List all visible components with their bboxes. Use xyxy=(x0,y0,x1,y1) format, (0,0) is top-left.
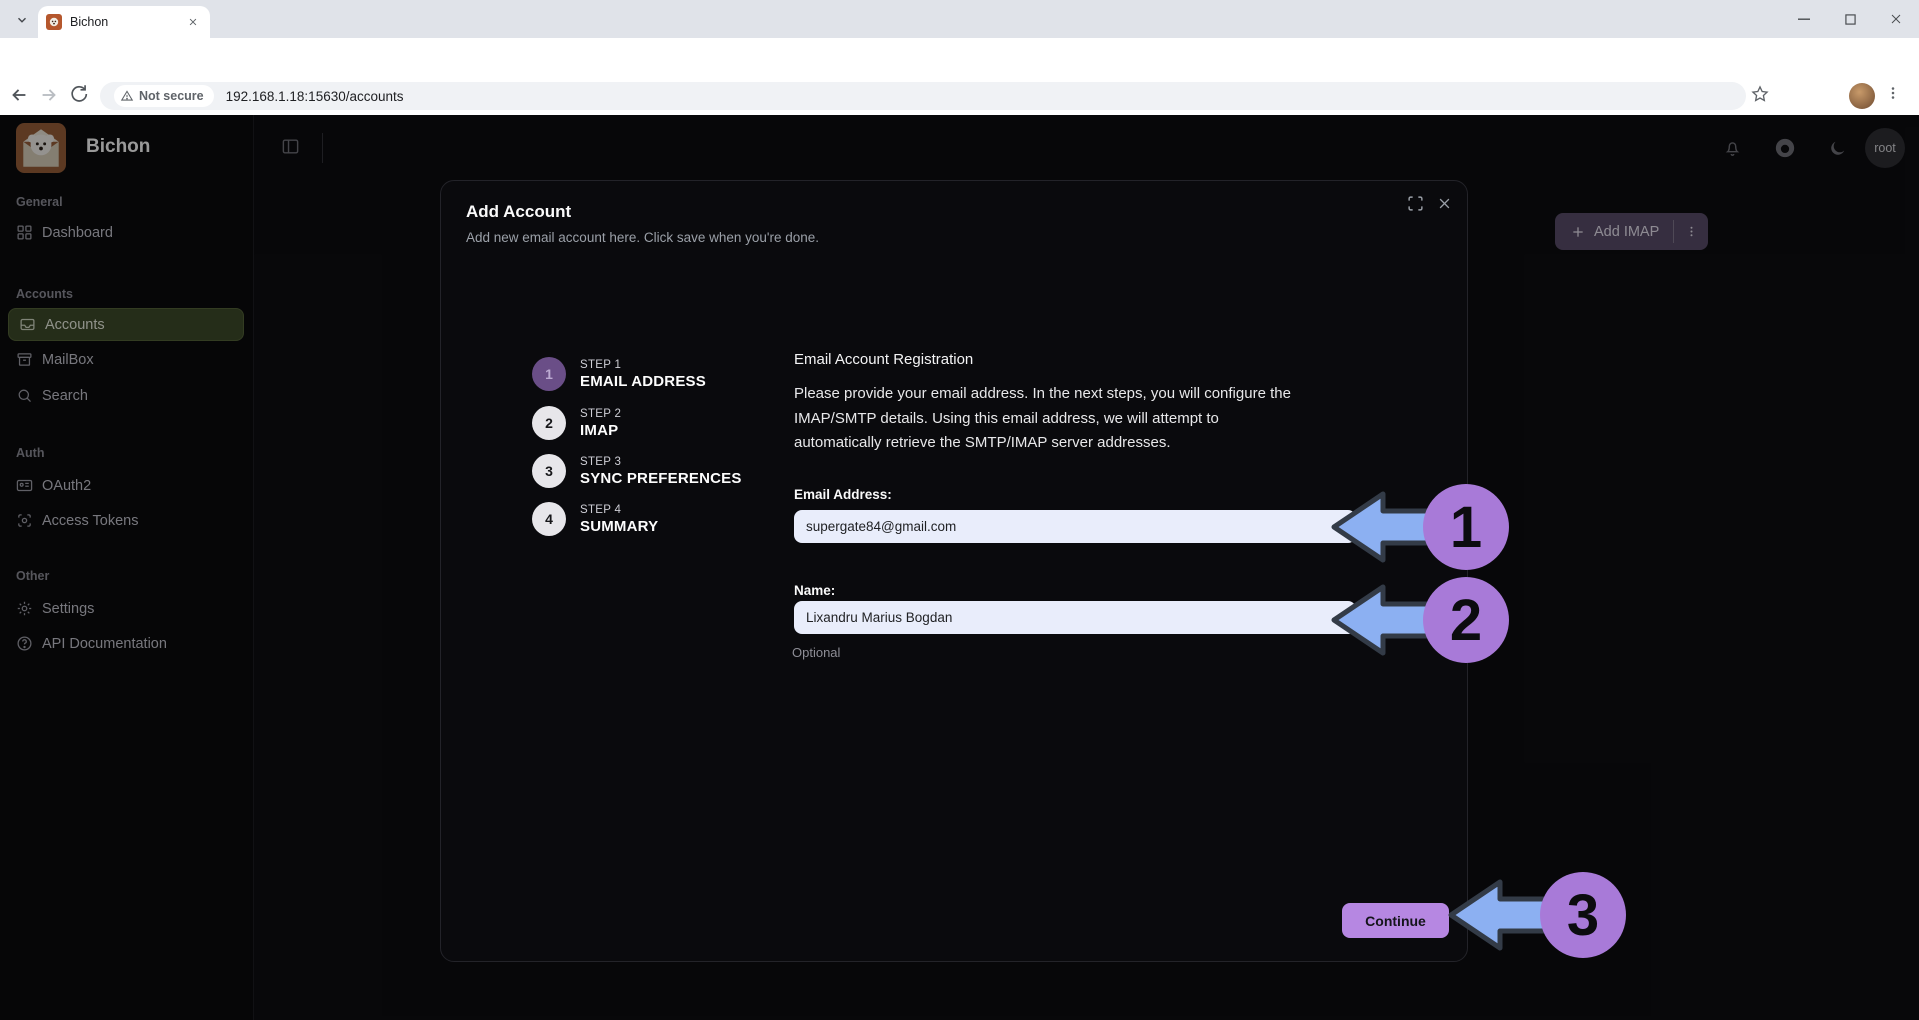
window-minimize-button[interactable] xyxy=(1781,0,1827,38)
annotation-number-3: 3 xyxy=(1567,883,1599,948)
window-controls xyxy=(1781,0,1919,38)
back-button[interactable] xyxy=(8,84,34,110)
tab-title: Bichon xyxy=(70,15,184,29)
name-label: Name: xyxy=(794,583,835,598)
browser-menu-kebab-icon[interactable] xyxy=(1884,84,1910,110)
annotation-number-1: 1 xyxy=(1450,495,1482,560)
tab-search-chevron-icon[interactable] xyxy=(10,8,34,32)
step-4-label: STEP 4 xyxy=(580,504,621,516)
fullscreen-icon[interactable] xyxy=(1407,195,1424,212)
bookmark-star-icon[interactable] xyxy=(1750,84,1776,110)
screen: Bichon xyxy=(0,0,1919,1020)
step-3-title: SYNC PREFERENCES xyxy=(580,470,742,487)
security-chip[interactable]: Not secure xyxy=(114,85,214,107)
step-2-indicator: 2 xyxy=(532,406,566,440)
step-3-indicator: 3 xyxy=(532,454,566,488)
step-2-label: STEP 2 xyxy=(580,408,621,420)
name-input[interactable] xyxy=(794,601,1356,634)
annotation-number-2: 2 xyxy=(1450,588,1482,653)
step-3-label: STEP 3 xyxy=(580,456,621,468)
url-text: 192.168.1.18:15630/accounts xyxy=(226,89,404,104)
step-1-indicator: 1 xyxy=(532,357,566,391)
browser-tab-strip: Bichon xyxy=(0,0,1919,38)
reload-button[interactable] xyxy=(68,84,94,110)
email-label: Email Address: xyxy=(794,487,892,502)
forward-button[interactable] xyxy=(38,84,64,110)
continue-button[interactable]: Continue xyxy=(1342,903,1449,938)
browser-toolbar: Not secure 192.168.1.18:15630/accounts xyxy=(0,38,1919,115)
step-4-title: SUMMARY xyxy=(580,518,658,535)
warning-icon xyxy=(120,89,134,103)
window-maximize-button[interactable] xyxy=(1827,0,1873,38)
add-account-dialog: Add Account Add new email account here. … xyxy=(440,180,1468,962)
security-label: Not secure xyxy=(139,89,204,103)
name-optional-hint: Optional xyxy=(792,645,840,660)
dialog-subtitle: Add new email account here. Click save w… xyxy=(466,230,819,245)
annotation-arrow-3: 3 xyxy=(1434,853,1644,978)
step-heading: Email Account Registration xyxy=(794,351,973,368)
step-1-label: STEP 1 xyxy=(580,359,621,371)
email-input[interactable] xyxy=(794,510,1356,543)
window-close-button[interactable] xyxy=(1873,0,1919,38)
browser-profile-avatar[interactable] xyxy=(1849,83,1875,109)
close-icon[interactable] xyxy=(1437,196,1452,211)
step-description: Please provide your email address. In th… xyxy=(794,382,1306,456)
step-2-title: IMAP xyxy=(580,422,618,439)
address-bar[interactable]: Not secure 192.168.1.18:15630/accounts xyxy=(100,82,1746,110)
tab-close-icon[interactable] xyxy=(184,13,202,31)
dialog-title: Add Account xyxy=(466,202,571,222)
step-1-title: EMAIL ADDRESS xyxy=(580,373,706,390)
step-4-indicator: 4 xyxy=(532,502,566,536)
annotation-arrow-2: 2 xyxy=(1317,558,1527,683)
tab-favicon xyxy=(46,14,62,30)
browser-tab[interactable]: Bichon xyxy=(38,6,210,38)
